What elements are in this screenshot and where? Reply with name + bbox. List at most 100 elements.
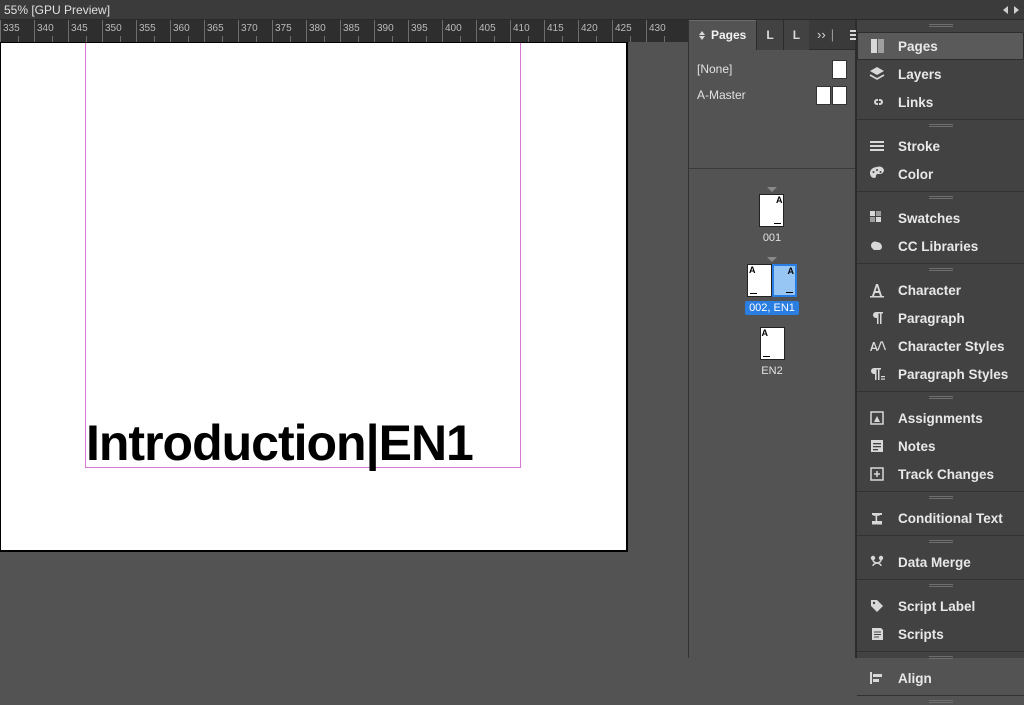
panel-entry-assignments[interactable]: Assignments [857,404,1024,432]
ruler-tick: 375 [272,20,306,42]
ruler-tick-label: 430 [649,23,666,34]
panel-entry-swatches[interactable]: Swatches [857,204,1024,232]
ruler-tick-label: 350 [105,23,122,34]
panel-entry-label: Track Changes [898,467,994,482]
ruler-tick: 425 [612,20,646,42]
pasteboard[interactable]: Introduction|EN1 [0,42,688,678]
ruler-tick-label: 395 [411,23,428,34]
panel-grip[interactable] [857,652,1024,661]
scriptlabel-icon [868,597,886,615]
panel-entry-layers[interactable]: Layers [857,60,1024,88]
page-thumb[interactable]: A [759,194,784,227]
ruler-tick: 420 [578,20,612,42]
stroke-icon [868,137,886,155]
headline-text[interactable]: Introduction|EN1 [86,414,473,472]
ruler-tick-label: 400 [445,23,462,34]
panel-grip[interactable] [857,120,1024,129]
panel-entry-label: Scripts [898,627,944,642]
datamerge-icon [868,553,886,571]
panel-entry-label: Paragraph Styles [898,367,1008,382]
panel-group: T Conditional Text [857,501,1024,536]
master-row[interactable]: [None] [697,56,847,82]
panel-entry-script-label[interactable]: Script Label [857,592,1024,620]
panel-entry-color[interactable]: Color [857,160,1024,188]
panel-entry-conditional-text[interactable]: T Conditional Text [857,504,1024,532]
panel-entry-links[interactable]: Links [857,88,1024,116]
master-thumb[interactable] [832,60,847,79]
panel-entry-notes[interactable]: Notes [857,432,1024,460]
spread-thumbs: A [760,327,785,360]
panel-entry-label: Swatches [898,211,960,226]
ruler-tick-label: 375 [275,23,292,34]
panel-entry-track-changes[interactable]: Track Changes [857,460,1024,488]
ruler-tick: 355 [136,20,170,42]
panel-group: Stroke Color [857,129,1024,192]
panel-grip[interactable] [857,492,1024,501]
ruler-tick-label: 360 [173,23,190,34]
panel-entry-label: Align [898,671,932,686]
panel-entry-label: Stroke [898,139,940,154]
tab-layers-mini[interactable]: L [756,20,782,50]
ruler-tick: 335 [0,20,34,42]
panel-entry-paragraph-styles[interactable]: Paragraph Styles [857,360,1024,388]
panel-entry-character-styles[interactable]: Character Styles [857,332,1024,360]
panel-entry-label: Script Label [898,599,975,614]
spread-item[interactable]: A001 [759,187,785,245]
page-thumb[interactable]: A [772,264,797,297]
panel-grip[interactable] [857,392,1024,401]
panel-grip[interactable] [857,536,1024,545]
conditional-icon: T [868,509,886,527]
panel-entry-paragraph[interactable]: Paragraph [857,304,1024,332]
tab-links-mini[interactable]: L [783,20,809,50]
paragraph-icon [868,309,886,327]
master-indicator: A [776,195,783,205]
trackchanges-icon [868,465,886,483]
panel-tabs: Pages L L ›› | [689,20,855,50]
ruler-tick-label: 370 [241,23,258,34]
master-row[interactable]: A-Master [697,82,847,108]
panel-entry-label: Color [898,167,933,182]
layers-icon [868,65,886,83]
scripts-icon [868,625,886,643]
section-start-icon [767,257,777,262]
panel-grip[interactable] [857,264,1024,273]
panel-entry-label: CC Libraries [898,239,978,254]
panel-entry-align[interactable]: Align [857,664,1024,692]
page-thumb[interactable]: A [747,264,772,297]
master-pages-section: [None]A-Master [689,50,855,169]
panel-group: Swatches CC Libraries [857,201,1024,264]
master-thumb[interactable] [832,86,847,105]
horizontal-ruler[interactable]: 3353403453503553603653703753803853903954… [0,20,688,42]
panel-entry-label: Conditional Text [898,511,1003,526]
panel-grip[interactable] [857,192,1024,201]
panel-grip[interactable] [857,696,1024,705]
spread-item[interactable]: AA002, EN1 [745,257,799,315]
master-thumb[interactable] [816,86,831,105]
panel-grip[interactable] [857,580,1024,589]
page-thumb[interactable]: A [760,327,785,360]
panel-entry-character[interactable]: Character [857,276,1024,304]
ruler-tick-label: 365 [207,23,224,34]
panel-expand-button[interactable]: ›› | [809,27,842,42]
tab-pages-label: Pages [711,28,746,42]
tab-pages[interactable]: Pages [689,20,756,50]
ruler-tick: 365 [204,20,238,42]
panel-entry-pages[interactable]: Pages [857,32,1024,60]
panel-entry-data-merge[interactable]: Data Merge [857,548,1024,576]
panel-entry-stroke[interactable]: Stroke [857,132,1024,160]
spread-item[interactable]: AEN2 [757,327,786,378]
page[interactable]: Introduction|EN1 [0,42,628,552]
panel-entry-cc-libraries[interactable]: CC Libraries [857,232,1024,260]
workspace-switcher-icon[interactable] [1002,4,1020,16]
panel-entry-scripts[interactable]: Scripts [857,620,1024,648]
ruler-tick: 360 [170,20,204,42]
ruler-tick: 415 [544,20,578,42]
panel-entry-label: Links [898,95,933,110]
panel-grip[interactable] [857,20,1024,29]
parastyles-icon [868,365,886,383]
collapse-toggle-icon[interactable] [699,31,705,40]
panel-group: PagesLayers Links [857,29,1024,120]
ruler-tick: 390 [374,20,408,42]
panel-group: CharacterParagraphCharacter Styles Paragr… [857,273,1024,392]
pages-icon [868,37,886,55]
